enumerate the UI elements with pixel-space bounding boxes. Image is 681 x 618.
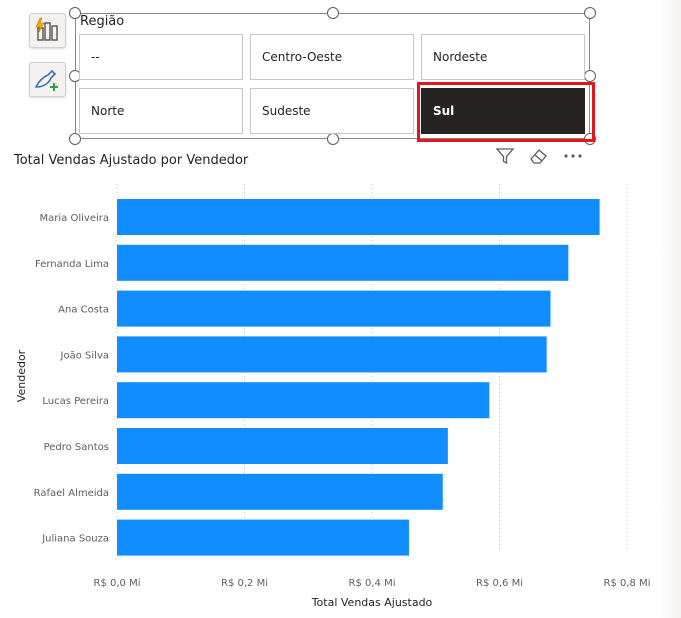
slicer-tile[interactable]: Centro-Oeste bbox=[250, 34, 414, 80]
eraser-icon[interactable] bbox=[528, 146, 550, 170]
bar[interactable] bbox=[117, 244, 569, 281]
category-label: Lucas Pereira bbox=[42, 396, 109, 407]
slicer-tile[interactable]: Sudeste bbox=[250, 88, 414, 134]
category-label: Fernanda Lima bbox=[35, 259, 109, 270]
slicer-tile[interactable]: Nordeste bbox=[421, 34, 585, 80]
bar[interactable] bbox=[117, 428, 448, 464]
slicer-tile[interactable]: -- bbox=[79, 34, 243, 80]
x-tick-label: R$ 0,2 Mi bbox=[221, 578, 268, 589]
slicer-tile[interactable]: Norte bbox=[79, 88, 243, 134]
x-tick-label: R$ 0,0 Mi bbox=[94, 578, 141, 589]
y-axis-title: Vendedor bbox=[15, 349, 28, 402]
bars bbox=[117, 199, 600, 556]
category-label: João Silva bbox=[60, 350, 109, 361]
canvas-edge bbox=[660, 0, 681, 618]
filter-icon[interactable] bbox=[495, 146, 515, 170]
bar[interactable] bbox=[117, 473, 443, 510]
category-label: Pedro Santos bbox=[44, 442, 109, 453]
bar[interactable] bbox=[117, 199, 600, 235]
bar[interactable] bbox=[117, 336, 547, 373]
resize-handle[interactable] bbox=[584, 7, 596, 19]
category-labels: Maria Oliveira Fernanda Lima Ana Costa João… bbox=[34, 213, 109, 545]
chart-title: Total Vendas Ajustado por Vendedor bbox=[14, 153, 249, 168]
resize-handle[interactable] bbox=[584, 70, 596, 82]
x-tick-label: R$ 0,4 Mi bbox=[349, 578, 396, 589]
category-label: Maria Oliveira bbox=[40, 213, 109, 224]
x-tick-labels: R$ 0,0 Mi R$ 0,2 Mi R$ 0,4 Mi R$ 0,6 Mi R$ 0… bbox=[94, 578, 651, 589]
bar[interactable] bbox=[117, 519, 409, 556]
bar-chart: Maria Oliveira Fernanda Lima Ana Costa João… bbox=[15, 184, 651, 609]
format-visual-icon[interactable] bbox=[29, 13, 66, 48]
resize-handle[interactable] bbox=[69, 133, 81, 145]
analytics-brush-icon[interactable] bbox=[29, 62, 66, 97]
category-label: Rafael Almeida bbox=[34, 488, 109, 499]
category-label: Ana Costa bbox=[58, 305, 109, 316]
resize-handle[interactable] bbox=[327, 7, 339, 19]
more-options-icon[interactable] bbox=[562, 146, 584, 170]
x-tick-label: R$ 0,8 Mi bbox=[604, 578, 651, 589]
x-tick-label: R$ 0,6 Mi bbox=[476, 578, 523, 589]
selection-highlight bbox=[417, 82, 595, 142]
slicer-title: Região bbox=[80, 14, 125, 29]
x-axis-title: Total Vendas Ajustado bbox=[311, 596, 433, 609]
resize-handle[interactable] bbox=[327, 133, 339, 145]
category-label: Juliana Souza bbox=[41, 534, 109, 545]
bar[interactable] bbox=[117, 290, 551, 327]
bar[interactable] bbox=[117, 382, 490, 419]
